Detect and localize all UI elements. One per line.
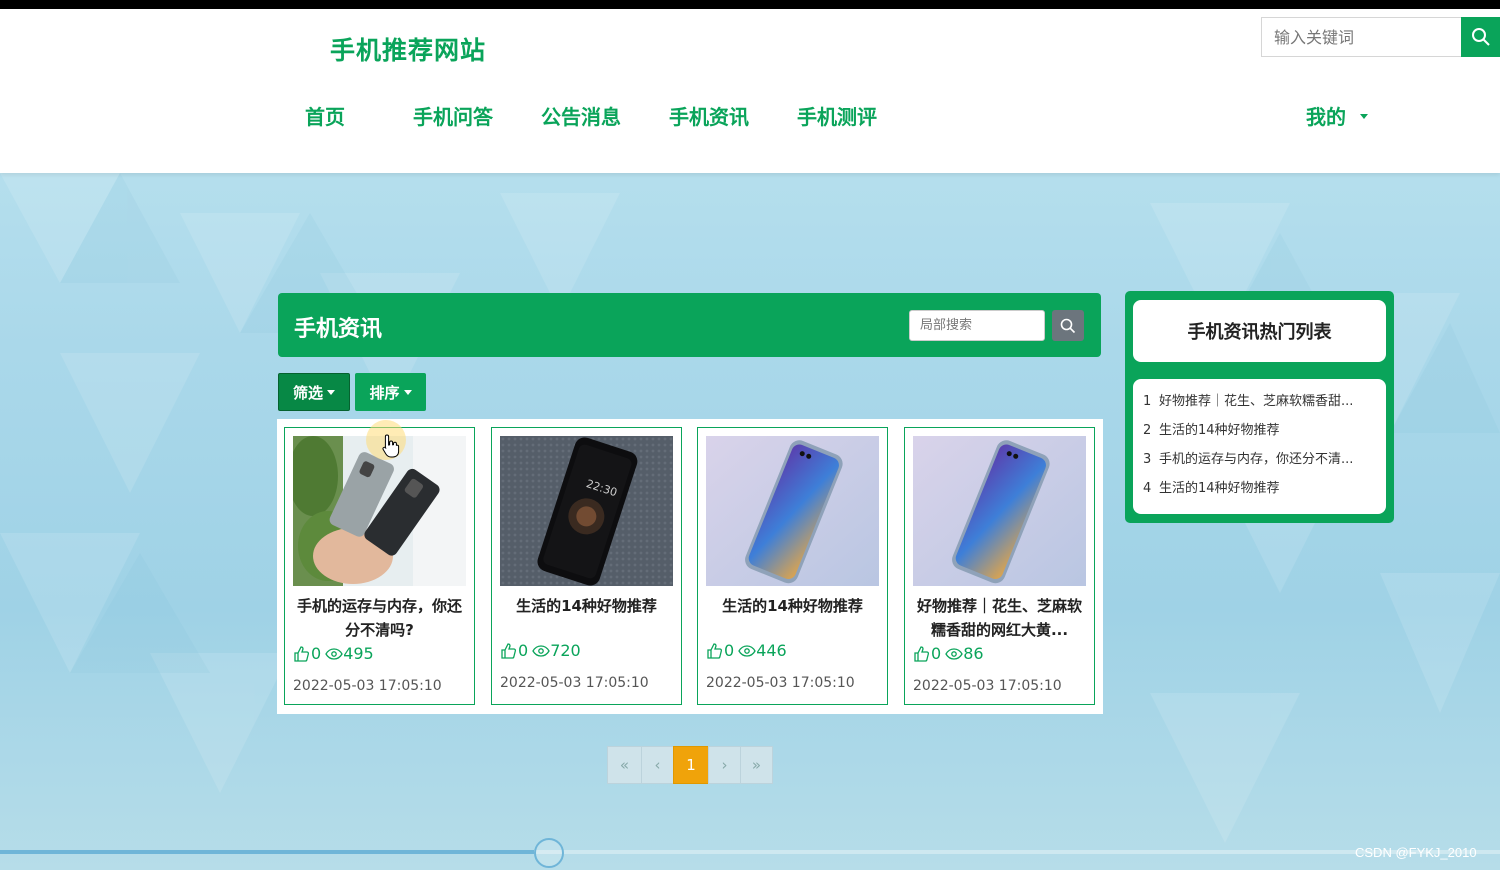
section-title: 手机资讯 bbox=[294, 317, 383, 342]
card-image[interactable]: 22:30 bbox=[500, 436, 673, 586]
filter-label: 筛选 bbox=[292, 383, 323, 402]
search-input[interactable] bbox=[1261, 17, 1461, 57]
hot-item-text: 好物推荐｜花生、芝麻软糯香甜... bbox=[1159, 394, 1354, 409]
hot-list-title: 手机资讯热门列表 bbox=[1133, 300, 1386, 362]
nav-home[interactable]: 首页 bbox=[305, 101, 345, 130]
views-count: 720 bbox=[550, 641, 581, 660]
caret-down-icon bbox=[1360, 114, 1368, 119]
eye-icon bbox=[532, 644, 550, 657]
hand-cursor-icon bbox=[382, 434, 400, 458]
news-cards-panel: 手机的运存与内存，你还分不清吗? 0 495 2022-05-03 17:05:… bbox=[277, 419, 1103, 714]
local-search-input[interactable] bbox=[909, 310, 1045, 341]
news-card[interactable]: 好物推荐｜花生、芝麻软糯香甜的网红大黄... 0 86 2022-05-03 1… bbox=[904, 427, 1095, 705]
card-title[interactable]: 生活的14种好物推荐 bbox=[706, 594, 879, 618]
card-stats: 0 720 bbox=[500, 641, 585, 660]
sort-label: 排序 bbox=[369, 383, 400, 402]
card-title[interactable]: 生活的14种好物推荐 bbox=[500, 594, 673, 618]
hot-item-number: 4 bbox=[1143, 481, 1152, 496]
hot-item-text: 手机的运存与内存，你还分不清... bbox=[1159, 452, 1354, 467]
nav-qa[interactable]: 手机问答 bbox=[413, 101, 493, 130]
page-next-button[interactable]: › bbox=[708, 746, 741, 784]
nav-news[interactable]: 手机资讯 bbox=[669, 101, 749, 130]
card-date: 2022-05-03 17:05:10 bbox=[293, 678, 442, 694]
views-count: 446 bbox=[756, 641, 787, 660]
card-stats: 0 86 bbox=[913, 644, 988, 663]
eye-icon bbox=[325, 647, 343, 660]
likes-count: 0 bbox=[931, 644, 942, 663]
hot-item-text: 生活的14种好物推荐 bbox=[1159, 481, 1280, 496]
likes-count: 0 bbox=[311, 644, 322, 663]
thumbs-up-icon[interactable] bbox=[500, 642, 518, 660]
video-progress-fill bbox=[0, 850, 534, 854]
hot-item-number: 2 bbox=[1143, 423, 1152, 438]
card-date: 2022-05-03 17:05:10 bbox=[706, 675, 855, 691]
thumbs-up-icon[interactable] bbox=[293, 645, 311, 663]
card-image[interactable] bbox=[706, 436, 879, 586]
hot-item-number: 1 bbox=[1143, 394, 1152, 409]
news-card[interactable]: 手机的运存与内存，你还分不清吗? 0 495 2022-05-03 17:05:… bbox=[284, 427, 475, 705]
card-stats: 0 495 bbox=[293, 644, 378, 663]
news-card[interactable]: 22:30 生活的14种好物推荐 0 720 2022-05-03 17:05:… bbox=[491, 427, 682, 705]
sort-button[interactable]: 排序 bbox=[355, 373, 426, 411]
caret-down-icon bbox=[403, 389, 412, 395]
pagination: « ‹ 1 › » bbox=[607, 746, 773, 784]
search-button[interactable] bbox=[1461, 17, 1500, 57]
search-icon bbox=[1060, 318, 1076, 333]
global-search bbox=[1261, 17, 1500, 57]
likes-count: 0 bbox=[518, 641, 529, 660]
page-current-button[interactable]: 1 bbox=[673, 746, 709, 784]
hot-list: 1 好物推荐｜花生、芝麻软糯香甜... 2 生活的14种好物推荐 3 手机的运存与内存… bbox=[1133, 379, 1386, 514]
card-stats: 0 446 bbox=[706, 641, 791, 660]
watermark: CSDN @FYKJ_2010 bbox=[1355, 845, 1477, 860]
local-search-button[interactable] bbox=[1052, 310, 1084, 341]
card-image[interactable] bbox=[913, 436, 1086, 586]
thumbs-up-icon[interactable] bbox=[913, 645, 931, 663]
hot-list-panel: 手机资讯热门列表 1 好物推荐｜花生、芝麻软糯香甜... 2 生活的14种好物推荐 … bbox=[1125, 291, 1394, 523]
page-first-button[interactable]: « bbox=[607, 746, 642, 784]
main-nav: 首页 手机问答 公告消息 手机资讯 手机测评 我的 bbox=[0, 101, 1500, 141]
hot-list-item[interactable]: 4 生活的14种好物推荐 bbox=[1143, 474, 1376, 503]
likes-count: 0 bbox=[724, 641, 735, 660]
card-date: 2022-05-03 17:05:10 bbox=[913, 678, 1062, 694]
thumbs-up-icon[interactable] bbox=[706, 642, 724, 660]
views-count: 86 bbox=[963, 644, 984, 663]
top-black-strip bbox=[0, 0, 1500, 9]
news-section-header: 手机资讯 bbox=[278, 293, 1101, 357]
eye-icon bbox=[945, 647, 963, 660]
card-title[interactable]: 好物推荐｜花生、芝麻软糯香甜的网红大黄... bbox=[913, 594, 1086, 642]
card-title[interactable]: 手机的运存与内存，你还分不清吗? bbox=[293, 594, 466, 642]
hot-list-item[interactable]: 2 生活的14种好物推荐 bbox=[1143, 416, 1376, 445]
site-title[interactable]: 手机推荐网站 bbox=[330, 31, 486, 67]
search-icon bbox=[1471, 28, 1490, 46]
nav-review[interactable]: 手机测评 bbox=[797, 101, 877, 130]
nav-notice[interactable]: 公告消息 bbox=[541, 101, 621, 130]
nav-mine-label: 我的 bbox=[1306, 105, 1346, 129]
hot-item-text: 生活的14种好物推荐 bbox=[1159, 423, 1280, 438]
views-count: 495 bbox=[343, 644, 374, 663]
page-prev-button[interactable]: ‹ bbox=[641, 746, 674, 784]
caret-down-icon bbox=[327, 389, 335, 395]
site-header: 手机推荐网站 首页 手机问答 公告消息 手机资讯 手机测评 我的 bbox=[0, 9, 1500, 173]
news-card[interactable]: 生活的14种好物推荐 0 446 2022-05-03 17:05:10 bbox=[697, 427, 888, 705]
nav-mine-dropdown[interactable]: 我的 bbox=[1306, 101, 1368, 130]
page-last-button[interactable]: » bbox=[740, 746, 773, 784]
video-progress-handle[interactable] bbox=[534, 838, 564, 868]
eye-icon bbox=[738, 644, 756, 657]
hot-item-number: 3 bbox=[1143, 452, 1152, 467]
filter-button[interactable]: 筛选 bbox=[278, 373, 350, 411]
hot-list-item[interactable]: 1 好物推荐｜花生、芝麻软糯香甜... bbox=[1143, 387, 1376, 416]
card-date: 2022-05-03 17:05:10 bbox=[500, 675, 649, 691]
hot-list-item[interactable]: 3 手机的运存与内存，你还分不清... bbox=[1143, 445, 1376, 474]
